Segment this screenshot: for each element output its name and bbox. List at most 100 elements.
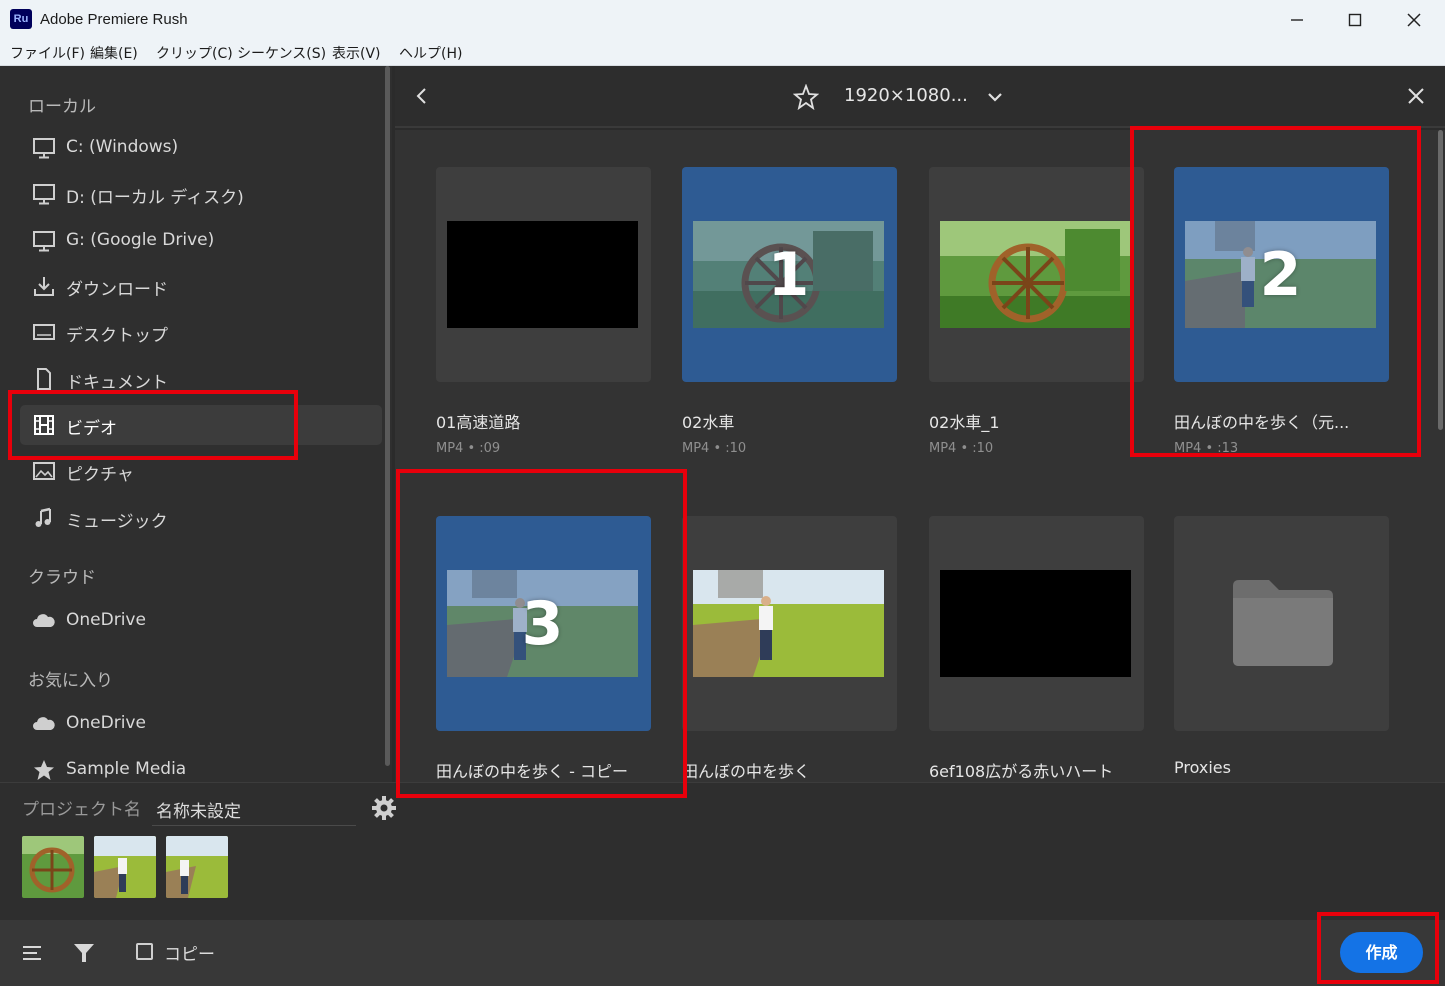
- video-thumbnail: [940, 570, 1131, 677]
- browser-header: 1920×1080...: [395, 66, 1445, 128]
- filter-funnel-icon: [74, 944, 94, 962]
- project-clip-thumbnail[interactable]: [94, 836, 156, 898]
- favorite-star-button[interactable]: [792, 83, 820, 114]
- menu-help[interactable]: ヘルプ(H): [399, 43, 462, 63]
- sidebar-item-g-drive[interactable]: G: (Google Drive): [20, 221, 382, 261]
- picture-icon: [32, 460, 56, 482]
- premiere-rush-logo-icon: Ru: [10, 9, 32, 29]
- video-thumbnail: 3: [447, 570, 638, 677]
- file-name: 田んぼの中を歩く - コピー: [436, 762, 628, 781]
- desktop-icon: [32, 321, 56, 343]
- copy-checkbox[interactable]: [136, 943, 153, 960]
- sidebar: ローカル C: (Windows) D: (ローカル ディスク) G: (Goo…: [0, 66, 392, 782]
- sidebar-scrollbar[interactable]: [385, 66, 390, 766]
- file-thumbnail-frame[interactable]: [929, 167, 1144, 382]
- sidebar-item-label: デスクトップ: [66, 326, 168, 346]
- section-header-favorites: お気に入り: [28, 671, 113, 691]
- file-meta: MP4 • :09: [436, 441, 501, 456]
- sidebar-item-label: OneDrive: [66, 713, 146, 733]
- step-number-badge: 1: [767, 239, 810, 310]
- video-thumbnail: 2: [1185, 221, 1376, 328]
- sidebar-item-label: ミュージック: [66, 512, 168, 532]
- project-clip-thumbnail[interactable]: [22, 836, 84, 898]
- file-meta: MP4 • :13: [1174, 441, 1239, 456]
- film-icon: [32, 414, 56, 436]
- sidebar-item-label: ピクチャ: [66, 465, 134, 485]
- sidebar-item-c-drive[interactable]: C: (Windows): [20, 128, 382, 168]
- gear-icon: [372, 796, 396, 820]
- cloud-icon: [32, 713, 56, 735]
- project-panel: プロジェクト名 名称未設定: [0, 782, 1445, 920]
- file-name: Proxies: [1174, 758, 1231, 777]
- document-icon: [32, 368, 56, 390]
- filter-button[interactable]: [73, 942, 95, 968]
- cloud-icon: [32, 610, 56, 632]
- sidebar-item-documents[interactable]: ドキュメント: [20, 359, 382, 399]
- sidebar-item-d-drive[interactable]: D: (ローカル ディスク): [20, 174, 382, 214]
- star-icon: [32, 759, 56, 781]
- sidebar-item-label: D: (ローカル ディスク): [66, 188, 244, 208]
- file-name: 01高速道路: [436, 413, 521, 432]
- project-settings-button[interactable]: [371, 795, 397, 825]
- sidebar-item-onedrive-cloud[interactable]: OneDrive: [20, 601, 382, 641]
- file-thumbnail-frame[interactable]: 1: [682, 167, 897, 382]
- folder-thumbnail-frame[interactable]: [1174, 516, 1389, 731]
- monitor-icon: [32, 183, 56, 205]
- maximize-icon: [1348, 13, 1362, 27]
- sort-button[interactable]: [22, 944, 42, 966]
- project-name-underline: [152, 825, 356, 826]
- star-outline-icon: [792, 83, 820, 111]
- monitor-icon: [32, 137, 56, 159]
- project-clip-thumbnail[interactable]: [166, 836, 228, 898]
- resolution-dropdown-button[interactable]: [987, 90, 1003, 109]
- menu-edit[interactable]: 編集(E): [90, 43, 138, 63]
- sidebar-item-desktop[interactable]: デスクトップ: [20, 312, 382, 352]
- file-thumbnail-frame[interactable]: [436, 167, 651, 382]
- maximize-button[interactable]: [1326, 0, 1384, 40]
- download-icon: [32, 275, 56, 297]
- file-thumbnail-frame[interactable]: [682, 516, 897, 731]
- sidebar-item-onedrive-favorite[interactable]: OneDrive: [20, 704, 382, 744]
- file-meta: MP4 • :10: [682, 441, 747, 456]
- monitor-icon: [32, 230, 56, 252]
- chevron-down-icon: [988, 93, 1002, 102]
- minimize-button[interactable]: [1268, 0, 1326, 40]
- video-thumbnail: 1: [693, 221, 884, 328]
- close-window-button[interactable]: [1385, 0, 1443, 40]
- close-icon: [1408, 88, 1424, 104]
- back-button[interactable]: [413, 86, 429, 110]
- file-grid: 01高速道路 MP4 • :09 1 02水車 MP4 •:10 02水車_1…: [395, 130, 1445, 782]
- menu-sequence[interactable]: シーケンス(S): [237, 43, 326, 63]
- file-thumbnail-frame[interactable]: 2: [1174, 167, 1389, 382]
- sidebar-item-label: ビデオ: [66, 419, 117, 439]
- video-thumbnail: [693, 570, 884, 677]
- sidebar-item-videos[interactable]: ビデオ: [20, 405, 382, 445]
- file-name: 02水車_1: [929, 413, 1000, 432]
- menu-view[interactable]: 表示(V): [332, 43, 381, 63]
- grid-scrollbar[interactable]: [1438, 130, 1443, 430]
- file-name: 02水車: [682, 413, 735, 432]
- chevron-left-icon: [416, 88, 426, 104]
- sidebar-item-label: OneDrive: [66, 610, 146, 630]
- menu-clip[interactable]: クリップ(C): [156, 43, 233, 63]
- file-name: 6ef108広がる赤いハート: [929, 762, 1114, 781]
- sidebar-item-label: C: (Windows): [66, 137, 179, 157]
- file-thumbnail-frame[interactable]: 3: [436, 516, 651, 731]
- project-name-input[interactable]: 名称未設定: [156, 797, 241, 822]
- window-title: Adobe Premiere Rush: [40, 11, 188, 28]
- close-browser-button[interactable]: [1407, 87, 1425, 109]
- sidebar-item-music[interactable]: ミュージック: [20, 498, 382, 538]
- menu-file[interactable]: ファイル(F): [10, 43, 85, 63]
- sidebar-item-pictures[interactable]: ピクチャ: [20, 451, 382, 491]
- section-header-local: ローカル: [28, 97, 96, 117]
- minimize-icon: [1291, 19, 1303, 21]
- sort-lines-icon: [23, 946, 41, 960]
- section-header-cloud: クラウド: [28, 568, 96, 588]
- file-thumbnail-frame[interactable]: [929, 516, 1144, 731]
- create-button[interactable]: 作成: [1340, 932, 1423, 973]
- resolution-label[interactable]: 1920×1080...: [844, 85, 968, 106]
- file-name: 田んぼの中を歩く（元...: [1174, 413, 1350, 432]
- sidebar-item-downloads[interactable]: ダウンロード: [20, 266, 382, 306]
- copy-checkbox-label[interactable]: コピー: [164, 940, 215, 965]
- file-name: 田んぼの中を歩く: [682, 762, 811, 781]
